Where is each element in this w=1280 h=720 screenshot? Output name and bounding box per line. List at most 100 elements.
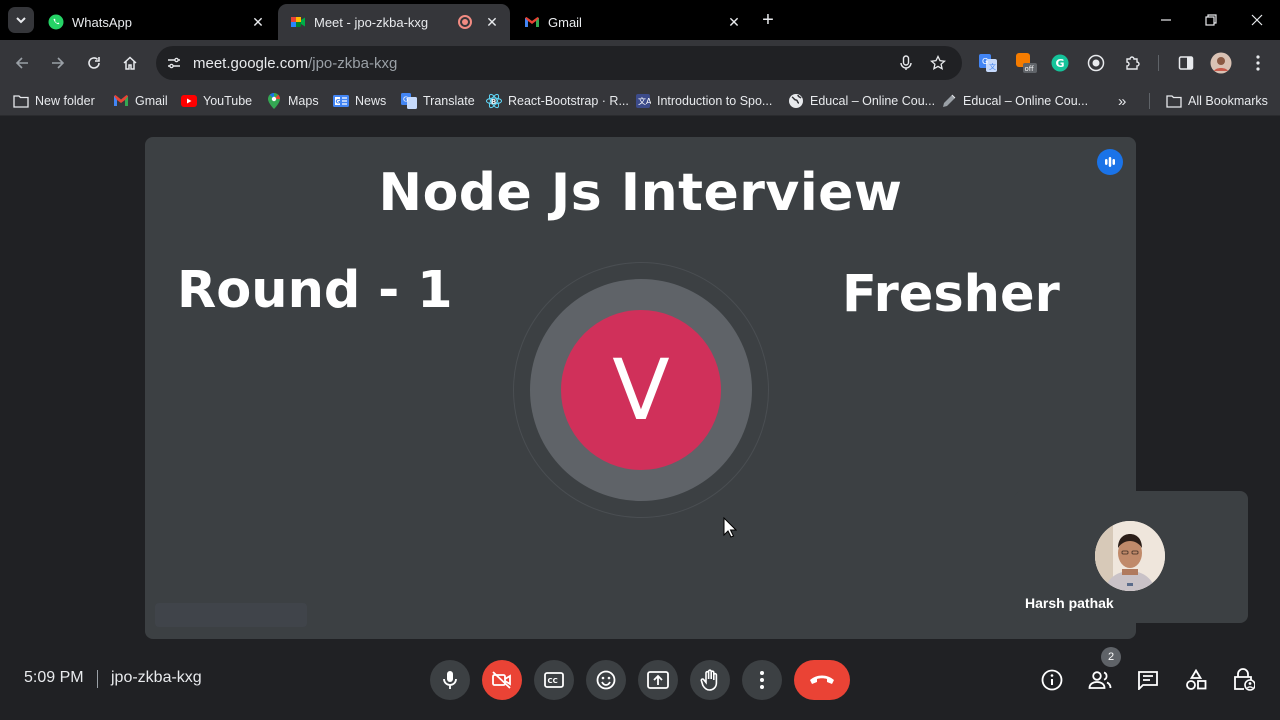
bookmark-react-bootstrap[interactable]: B React-Bootstrap · R... (486, 91, 629, 111)
bookmark-gmail[interactable]: Gmail (113, 91, 168, 111)
url-text[interactable]: meet.google.com/jpo-zkba-kxg (193, 55, 397, 72)
more-options-button[interactable] (742, 660, 782, 700)
more-menu-icon[interactable] (1246, 51, 1270, 75)
grammarly-icon[interactable]: G (1048, 51, 1072, 75)
meet-icon (290, 14, 306, 30)
translate-icon: G (401, 93, 417, 109)
microphone-icon[interactable] (896, 53, 916, 73)
self-avatar-photo (1095, 521, 1165, 591)
folder-icon (13, 93, 29, 109)
svg-text:CC: CC (548, 677, 558, 685)
microphone-icon (443, 671, 457, 689)
host-controls-button[interactable] (1231, 667, 1257, 693)
speaking-indicator-icon (1097, 149, 1123, 175)
bookmark-label: Translate (423, 94, 475, 108)
tab-search-button[interactable] (8, 7, 34, 33)
url-host: meet.google.com (193, 55, 309, 72)
news-icon: G (333, 93, 349, 109)
slide-level-text: Fresher (842, 265, 1060, 324)
chevron-double-right-icon: » (1118, 92, 1127, 110)
tab-meet[interactable]: Meet - jpo-zkba-kxg ✕ (278, 4, 510, 40)
activities-button[interactable] (1183, 667, 1209, 693)
bookmark-educal-1[interactable]: Educal – Online Cou... (788, 91, 935, 111)
bookmark-maps[interactable]: Maps (266, 91, 319, 111)
meeting-time: 5:09 PM (24, 669, 84, 686)
react-bootstrap-icon: B (486, 93, 502, 109)
record-extension-icon[interactable] (1084, 51, 1108, 75)
chat-icon (1138, 671, 1158, 690)
reactions-button[interactable] (586, 660, 626, 700)
present-screen-icon (647, 671, 669, 689)
self-view-tile[interactable]: Harsh pathak (1014, 491, 1248, 623)
bookmark-new-folder[interactable]: New folder (13, 91, 95, 111)
tab-whatsapp[interactable]: WhatsApp ✕ (36, 4, 276, 40)
bookmark-news[interactable]: G News (333, 91, 386, 111)
url-path: /jpo-zkba-kxg (308, 55, 398, 72)
meeting-details-button[interactable] (1039, 667, 1065, 693)
microphone-button[interactable] (430, 660, 470, 700)
globe-icon (788, 93, 804, 109)
spotify-doc-icon: 文A (635, 93, 651, 109)
bookmark-label: YouTube (203, 94, 253, 108)
self-name-label: Harsh pathak (1025, 595, 1114, 611)
all-bookmarks[interactable]: All Bookmarks (1166, 91, 1268, 111)
bookmark-label: React-Bootstrap · R... (508, 94, 629, 108)
site-settings-icon[interactable] (164, 53, 184, 73)
camera-off-icon (492, 671, 511, 689)
forward-button[interactable] (46, 51, 70, 75)
restore-button[interactable] (1199, 8, 1223, 32)
camera-off-button[interactable] (482, 660, 522, 700)
profile-avatar[interactable] (1209, 51, 1233, 75)
recording-icon (458, 15, 472, 29)
svg-text:G: G (403, 96, 408, 104)
arrow-right-icon (52, 57, 65, 69)
back-button[interactable] (10, 51, 34, 75)
people-icon (1088, 671, 1112, 689)
captions-button[interactable]: CC (534, 660, 574, 700)
side-panel-icon[interactable] (1174, 51, 1198, 75)
bookmark-star-icon[interactable] (928, 53, 948, 73)
reload-button[interactable] (82, 51, 106, 75)
people-button[interactable] (1087, 667, 1113, 693)
svg-text:G: G (1056, 57, 1065, 70)
leave-call-button[interactable] (794, 660, 850, 700)
meeting-code: jpo-zkba-kxg (111, 669, 202, 686)
tab-title: WhatsApp (72, 14, 132, 30)
presentation-tile[interactable]: Node Js Interview Round - 1 Fresher V (145, 137, 1136, 639)
shapes-icon (1186, 669, 1207, 690)
chat-button[interactable] (1135, 667, 1161, 693)
bookmark-educal-2[interactable]: Educal – Online Cou... (941, 91, 1088, 111)
google-translate-extension-icon[interactable]: G文 (976, 51, 1000, 75)
extension-off-icon[interactable]: off (1014, 51, 1038, 75)
close-window-button[interactable] (1245, 8, 1269, 32)
raise-hand-button[interactable] (690, 660, 730, 700)
all-bookmarks-label: All Bookmarks (1188, 94, 1268, 108)
extensions-puzzle-icon[interactable] (1121, 51, 1145, 75)
new-tab-button[interactable]: + (758, 9, 778, 31)
bookmark-translate[interactable]: G Translate (401, 91, 475, 111)
pencil-icon (941, 93, 957, 109)
meet-stage: Node Js Interview Round - 1 Fresher V Ha… (0, 117, 1280, 720)
bookmarks-overflow-button[interactable]: » (1118, 91, 1126, 111)
address-bar[interactable]: meet.google.com/jpo-zkba-kxg (156, 46, 962, 80)
bookmarks-bar: New folder Gmail YouTube Maps G News G T… (0, 86, 1280, 116)
close-icon[interactable]: ✕ (248, 12, 268, 32)
info-icon (1041, 669, 1063, 691)
close-icon[interactable]: ✕ (724, 12, 744, 32)
bookmark-label: Maps (288, 94, 319, 108)
home-button[interactable] (118, 51, 142, 75)
close-icon[interactable]: ✕ (482, 12, 502, 32)
lock-person-icon (1234, 668, 1255, 691)
maps-icon (266, 93, 282, 109)
participant-name-placeholder (155, 603, 307, 627)
bookmark-youtube[interactable]: YouTube (181, 91, 252, 111)
whatsapp-icon (48, 14, 64, 30)
svg-text:文A: 文A (638, 96, 651, 106)
present-screen-button[interactable] (638, 660, 678, 700)
bookmarks-separator (1149, 93, 1150, 109)
tab-gmail[interactable]: Gmail ✕ (512, 4, 752, 40)
minimize-button[interactable] (1154, 8, 1178, 32)
bookmark-introduction[interactable]: 文A Introduction to Spo... (635, 91, 772, 111)
svg-text:文: 文 (989, 62, 996, 71)
reload-icon (88, 57, 100, 69)
